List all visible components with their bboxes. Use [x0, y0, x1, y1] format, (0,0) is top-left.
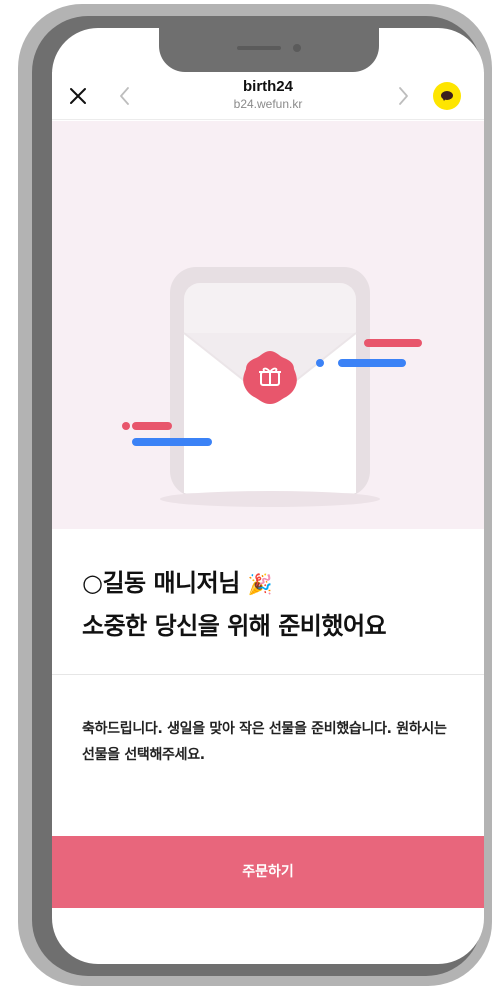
chevron-right-icon[interactable]	[392, 84, 414, 108]
site-url: b24.wefun.kr	[233, 97, 303, 111]
speaker	[237, 46, 281, 50]
site-title: birth24	[242, 78, 293, 95]
hero-illustration	[52, 121, 484, 529]
speed-dot	[316, 359, 324, 367]
headline-name: ○길동 매니저님	[82, 569, 240, 597]
kakaotalk-icon[interactable]	[433, 82, 461, 110]
browser-header: birth24 b24.wefun.kr	[52, 72, 484, 120]
page-title: ○길동 매니저님 🎉 소중한 당신을 위해 준비했어요	[82, 562, 462, 647]
headline-subtitle: 소중한 당신을 위해 준비했어요	[82, 612, 387, 640]
divider	[52, 674, 484, 675]
phone-notch	[159, 28, 379, 72]
speed-dot	[122, 422, 130, 430]
order-button[interactable]: 주문하기	[52, 836, 484, 908]
phone-screen: birth24 b24.wefun.kr ○길동 매니저님 🎉 소중한 당신을 …	[52, 28, 484, 964]
envelope-illustration	[122, 267, 422, 507]
party-popper-icon: 🎉	[247, 572, 273, 596]
camera	[293, 44, 301, 52]
greeting-message: 축하드립니다. 생일을 맞아 작은 선물을 준비했습니다. 원하시는 선물을 선…	[82, 721, 447, 763]
